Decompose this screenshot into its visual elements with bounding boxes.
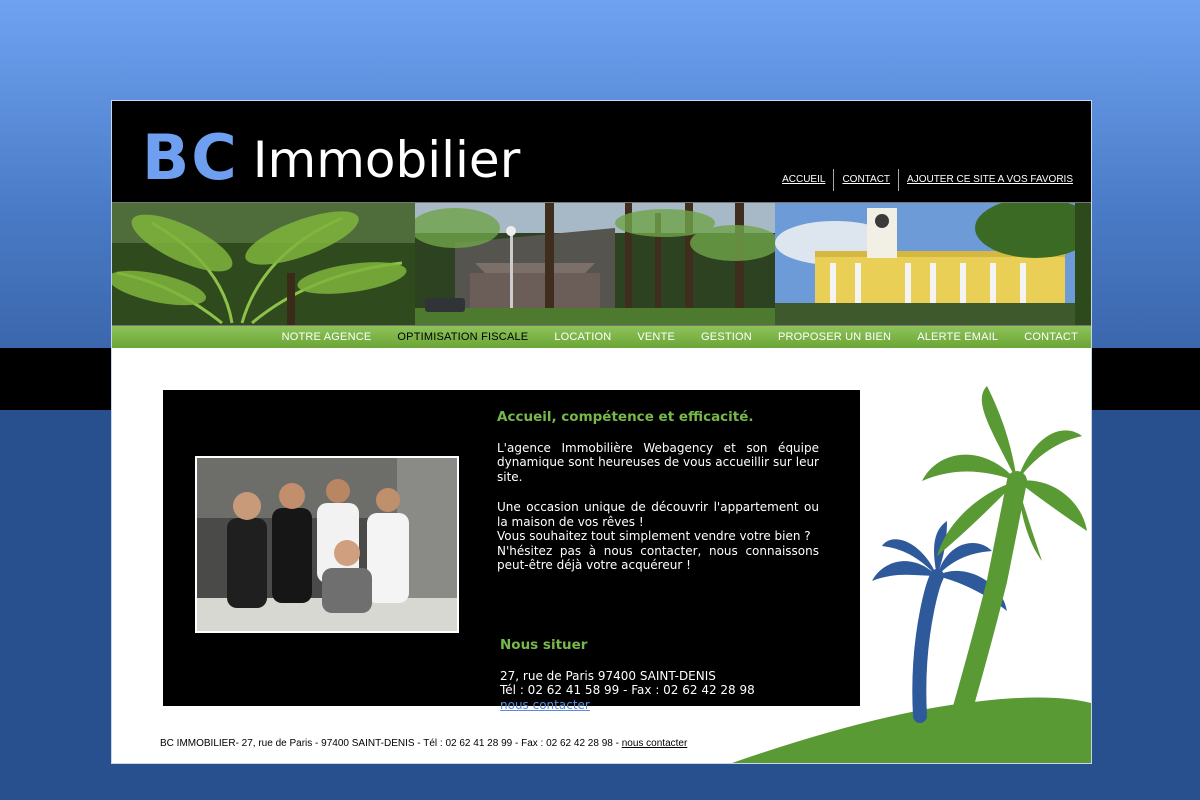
site-container: BC Immobilier ACCUEIL CONTACT AJOUTER CE … [111,100,1092,764]
top-links: ACCUEIL CONTACT AJOUTER CE SITE A VOS FA… [774,169,1081,191]
logo-bc: BC [142,121,239,194]
toplink-accueil[interactable]: ACCUEIL [774,169,833,191]
nav-location[interactable]: LOCATION [541,331,624,343]
welcome-paragraph-1: L'agence Immobilière Webagency et son éq… [497,440,819,484]
locate-phones: Tél : 02 62 41 58 99 - Fax : 02 62 42 28… [500,683,755,697]
locate-title: Nous situer [500,637,588,653]
main-nav: NOTRE AGENCE OPTIMISATION FISCALE LOCATI… [112,326,1091,348]
banner-church-photo [415,203,775,325]
welcome-title: Accueil, compétence et efficacité. [497,409,754,425]
footer: BC IMMOBILIER- 27, rue de Paris - 97400 … [160,738,687,749]
team-photo [195,456,459,633]
footer-text: BC IMMOBILIER- 27, rue de Paris - 97400 … [160,738,622,749]
welcome-panel: Accueil, compétence et efficacité. L'age… [163,390,860,712]
welcome-paragraph-2c: N'hésitez pas à nous contacter, nous con… [497,543,819,573]
toplink-contact[interactable]: CONTACT [834,169,898,191]
toplink-favoris[interactable]: AJOUTER CE SITE A VOS FAVORIS [899,169,1081,191]
nav-notre-agence[interactable]: NOTRE AGENCE [269,331,385,343]
footer-contact-link[interactable]: nous contacter [622,738,688,749]
welcome-paragraph-2b: Vous souhaitez tout simplement vendre vo… [497,529,811,543]
nav-gestion[interactable]: GESTION [688,331,765,343]
banner-photos [112,202,1091,326]
banner-townhall-photo [775,203,1091,325]
logo-name: Immobilier [252,131,521,189]
nav-alerte-email[interactable]: ALERTE EMAIL [904,331,1011,343]
locate-section: Nous situer 27, rue de Paris 97400 SAINT… [500,638,755,712]
locate-address: 27, rue de Paris 97400 SAINT-DENIS [500,668,716,683]
nav-optimisation-fiscale[interactable]: OPTIMISATION FISCALE [384,331,541,343]
welcome-paragraph-2a: Une occasion unique de découvrir l'appar… [497,500,819,529]
site-logo[interactable]: BC Immobilier [142,123,520,193]
header: BC Immobilier ACCUEIL CONTACT AJOUTER CE … [112,101,1091,202]
nav-contact[interactable]: CONTACT [1011,331,1091,343]
welcome-text: Accueil, compétence et efficacité. L'age… [497,410,819,573]
nav-proposer-un-bien[interactable]: PROPOSER UN BIEN [765,331,904,343]
nav-vente[interactable]: VENTE [624,331,688,343]
locate-contact-link[interactable]: nous contacter [500,698,590,712]
banner-fern-photo [112,203,415,325]
